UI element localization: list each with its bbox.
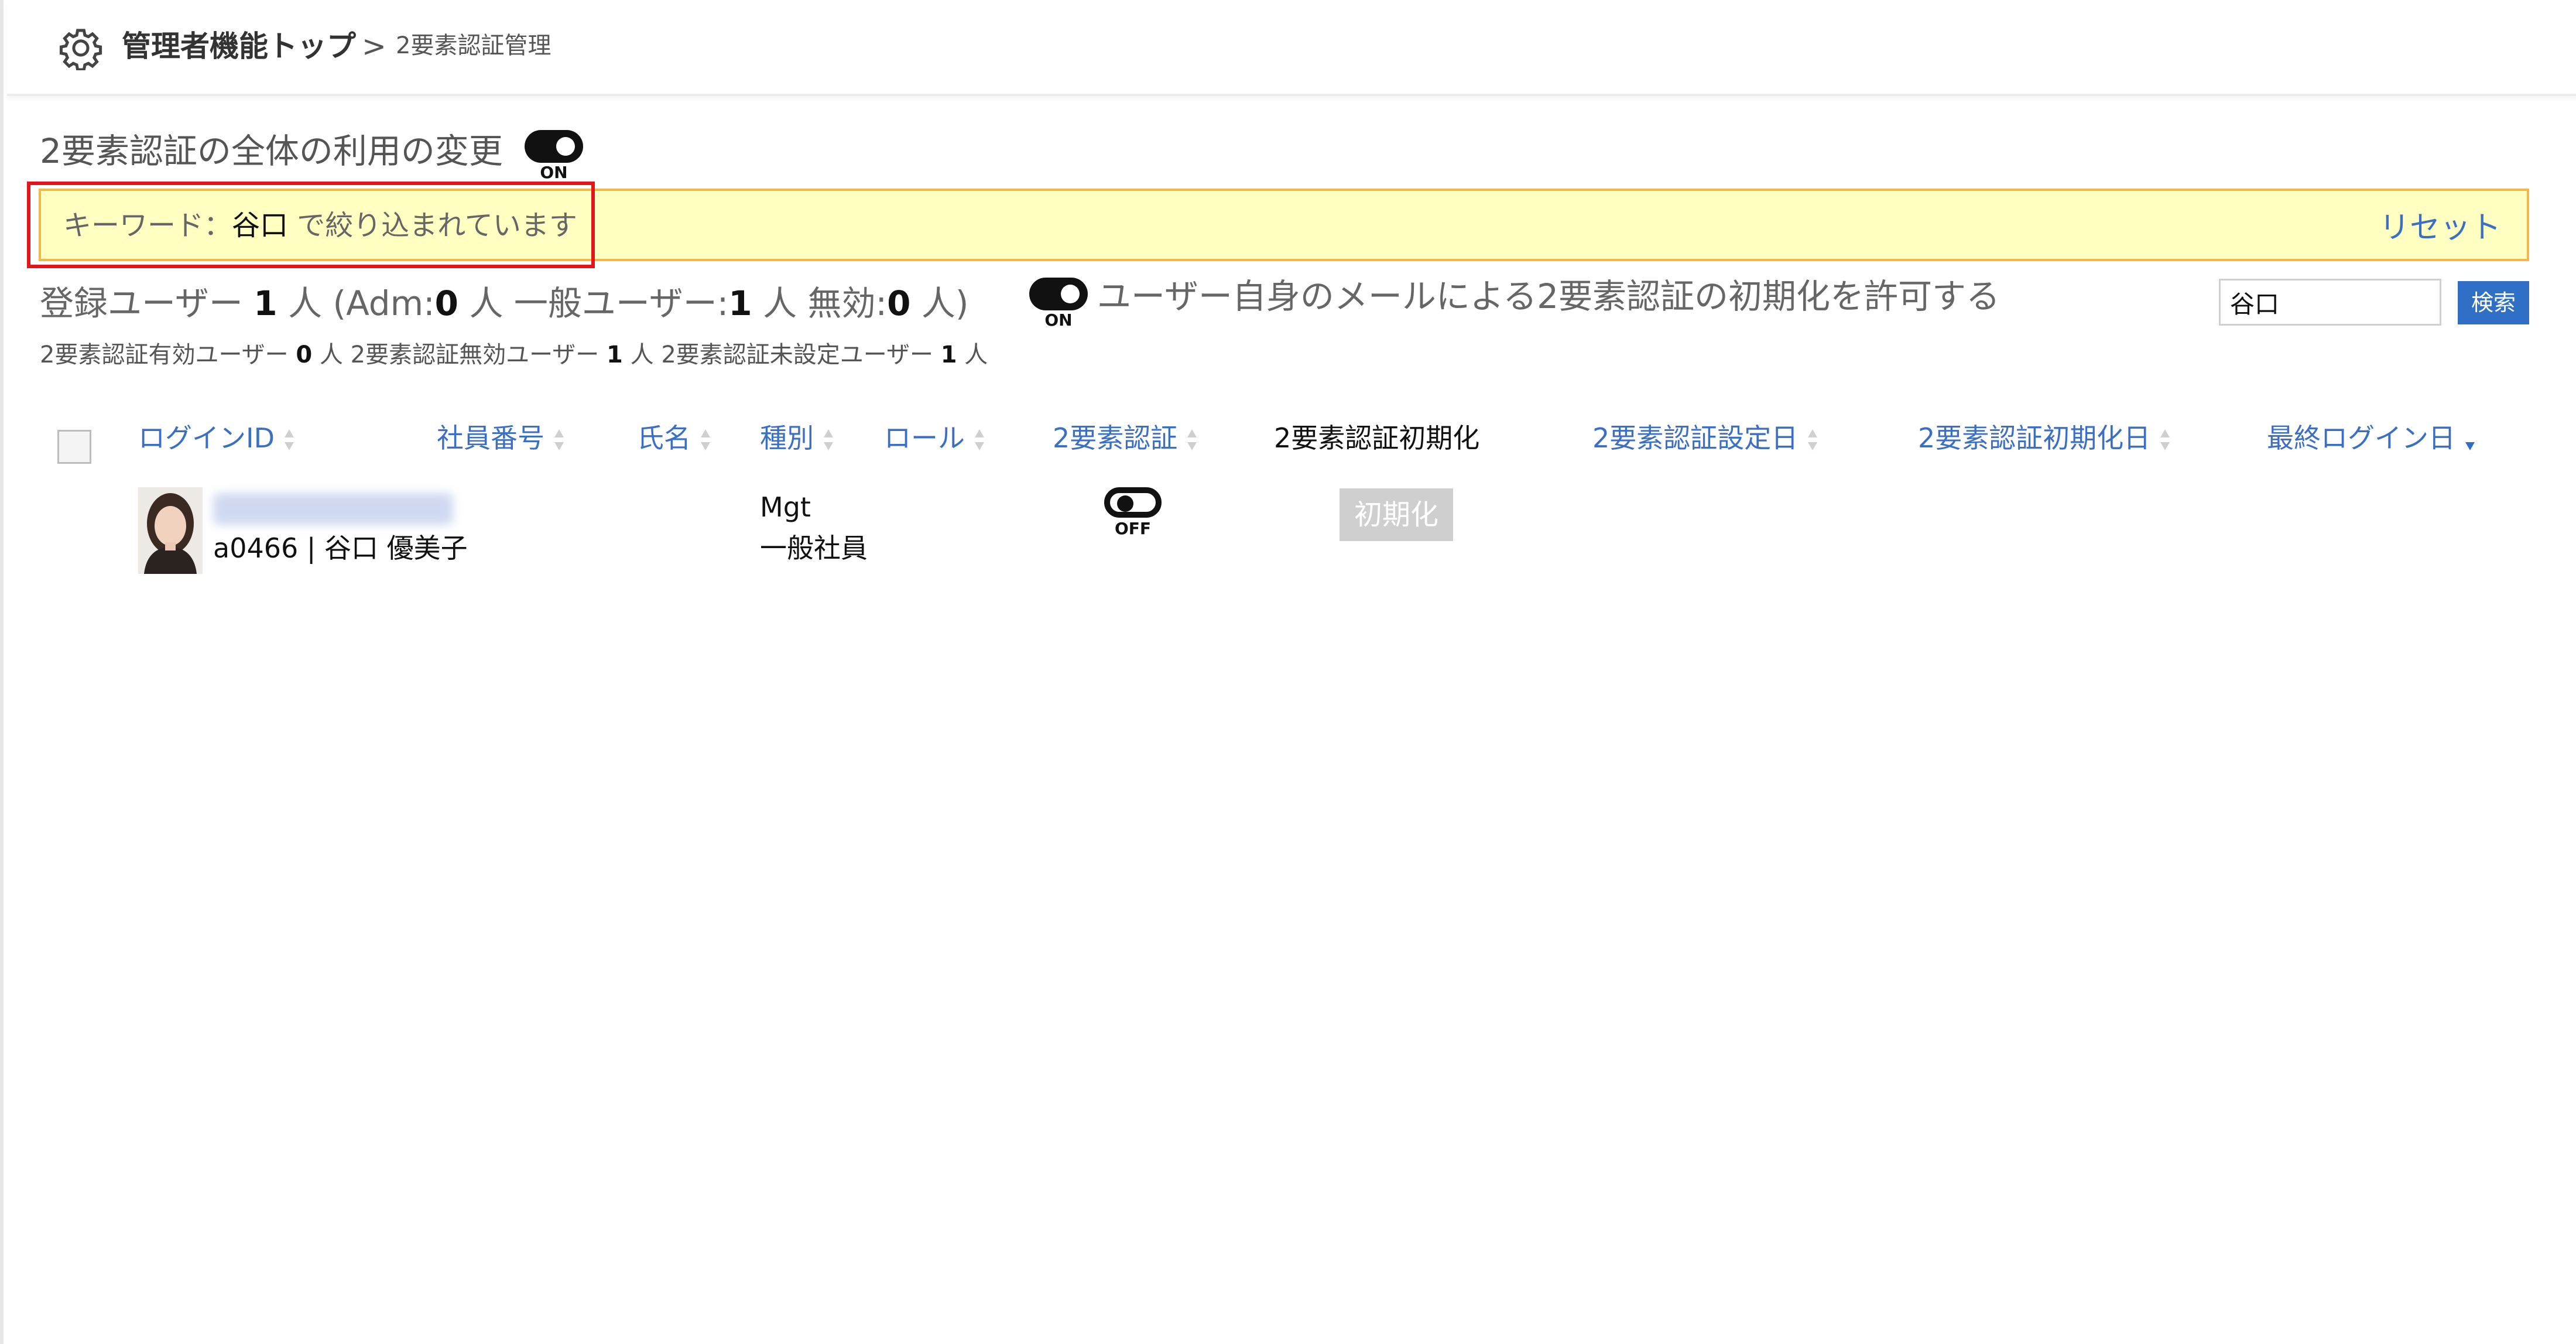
gear-icon[interactable] [59, 26, 103, 70]
stats-disabled: 0 [887, 283, 911, 323]
column-last-login[interactable]: 最終ログイン日 [2267, 419, 2476, 457]
highlight-box [27, 182, 595, 268]
stats-prefix: 登録ユーザー [40, 283, 254, 323]
column-role[interactable]: ロール [884, 419, 986, 457]
sort-icon [1186, 427, 1198, 454]
stats-open: 人 (Adm: [277, 283, 435, 323]
column-label: 社員番号 [437, 422, 544, 454]
row-two-factor-state: OFF [1114, 519, 1152, 538]
column-label: ログインID [138, 422, 275, 454]
stats-adm: 0 [434, 283, 459, 323]
column-two-factor[interactable]: 2要素認証 [1053, 419, 1198, 457]
column-two-factor-init: 2要素認証初期化 [1274, 422, 1480, 454]
column-employee-no[interactable]: 社員番号 [437, 419, 566, 457]
toggle-knob [556, 137, 575, 156]
column-login-id[interactable]: ログインID [138, 419, 296, 457]
disabled-label: 2要素認証無効ユーザー [350, 341, 607, 368]
user-role: 一般社員 [760, 532, 868, 564]
sort-icon [1806, 427, 1819, 454]
breadcrumb-current: 2要素認証管理 [396, 32, 551, 59]
login-id-blurred[interactable] [213, 493, 453, 525]
column-label: 2要素認証 [1053, 422, 1178, 454]
enabled-label: 2要素認証有効ユーザー [40, 341, 296, 368]
toggle-knob [1061, 285, 1080, 303]
row-two-factor-toggle[interactable] [1104, 487, 1162, 518]
stats-total: 1 [254, 283, 278, 323]
user-stats: 登録ユーザー 1 人 (Adm:0 人 一般ユーザー:1 人 無効:0 人) [40, 282, 969, 324]
search-input[interactable] [2219, 279, 2441, 326]
filter-reset-link[interactable]: リセット [2379, 207, 2501, 248]
sort-icon [822, 427, 835, 454]
column-name[interactable]: 氏名 [637, 419, 712, 457]
global-two-factor-label: 2要素認証の全体の利用の変更 [40, 131, 503, 171]
global-toggle-state: ON [540, 163, 568, 182]
sort-icon [973, 427, 986, 454]
header-bar: 管理者機能トップ > 2要素認証管理 [7, 0, 2576, 96]
stats-end: 人 無効: [752, 283, 888, 323]
avatar-image [138, 487, 203, 574]
column-setup-date[interactable]: 2要素認証設定日 [1592, 419, 1819, 457]
unit: 人 [957, 341, 988, 368]
sort-icon [283, 427, 296, 454]
app-frame: 管理者機能トップ > 2要素認証管理 2要素認証の全体の利用の変更 ON キーワ… [0, 0, 2576, 1344]
column-label: 2要素認証初期化日 [1918, 422, 2151, 454]
initialize-button[interactable]: 初期化 [1340, 488, 1453, 541]
column-label: 氏名 [637, 422, 691, 454]
column-label: 最終ログイン日 [2267, 422, 2455, 454]
column-label: 2要素認証設定日 [1592, 422, 1799, 454]
stats-general: 1 [728, 283, 752, 323]
unset-count: 1 [940, 341, 957, 368]
disabled-count: 1 [607, 341, 623, 368]
user-category: Mgt [760, 491, 811, 523]
unset-label: 2要素認証未設定ユーザー [661, 341, 941, 368]
enabled-count: 0 [296, 341, 313, 368]
self-reset-toggle-state: ON [1044, 310, 1073, 330]
unit: 人 [312, 341, 351, 368]
column-init-date[interactable]: 2要素認証初期化日 [1918, 419, 2171, 457]
column-label: 種別 [760, 422, 814, 454]
sort-icon [2159, 427, 2171, 454]
column-label: ロール [884, 422, 965, 454]
breadcrumb-admin-top[interactable]: 管理者機能トップ [122, 26, 356, 67]
unit: 人 [622, 341, 662, 368]
column-category[interactable]: 種別 [760, 419, 835, 457]
select-all-checkbox[interactable] [57, 430, 91, 464]
search-button[interactable]: 検索 [2458, 281, 2529, 324]
global-two-factor-toggle[interactable] [525, 130, 583, 163]
user-id-name: a0466 | 谷口 優美子 [213, 532, 468, 564]
sort-icon [553, 427, 566, 454]
stats-close: 人) [910, 283, 969, 323]
toggle-knob [1117, 495, 1133, 512]
two-factor-sub-stats: 2要素認証有効ユーザー 0 人 2要素認証無効ユーザー 1 人 2要素認証未設定… [40, 338, 988, 371]
avatar [138, 487, 203, 574]
self-reset-toggle[interactable] [1029, 278, 1088, 310]
sort-desc-icon [2464, 427, 2476, 454]
self-reset-label: ユーザー自身のメールによる2要素認証の初期化を許可する [1097, 276, 2000, 316]
breadcrumb-separator: > [362, 29, 386, 63]
stats-mid: 人 一般ユーザー: [458, 283, 729, 323]
sort-icon [699, 427, 712, 454]
